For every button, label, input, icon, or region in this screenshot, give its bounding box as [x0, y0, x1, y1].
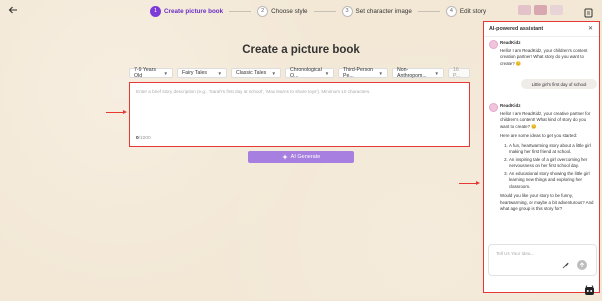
send-button[interactable] — [577, 260, 587, 270]
narrative-order-select[interactable]: Chronological O... ▼ — [285, 67, 334, 79]
ai-generate-button[interactable]: AI Generate — [248, 151, 354, 163]
user-avatars[interactable] — [518, 5, 563, 15]
assistant-bot-icon[interactable] — [584, 283, 595, 295]
ideas-lead: Here are some ideas to get you started: — [500, 133, 578, 138]
sender-name: ReadKidz — [500, 103, 521, 108]
step-number: 3 — [341, 5, 353, 17]
step-divider — [229, 10, 252, 12]
annotation-arrow — [106, 110, 127, 114]
age-select-value: 7-9 Years Old — [134, 67, 156, 79]
avatar — [534, 5, 547, 15]
avatar — [518, 5, 531, 15]
step-create-picture-book[interactable]: 1 Create picture book — [150, 5, 224, 17]
arrow-up-icon — [579, 262, 585, 267]
character-type-value: Non-Anthropom... — [397, 67, 427, 79]
step-label: Create picture book — [164, 7, 224, 15]
chat-input-box — [488, 244, 597, 276]
arrow-left-icon — [8, 6, 17, 14]
chevron-down-icon: ▼ — [434, 70, 439, 76]
style-select[interactable]: Classic Tales ▼ — [231, 68, 281, 78]
page-count-select[interactable]: 16 P... — [448, 67, 470, 79]
ideas-list: A fun, heartwarming story about a little… — [500, 143, 595, 191]
step-set-character-image[interactable]: 3 Set character image — [341, 5, 412, 17]
annotation-arrow — [459, 181, 480, 185]
story-options-row: 7-9 Years Old ▼ Fairy Tales ▼ Classic Tale… — [129, 67, 470, 79]
style-select-value: Classic Tales — [236, 70, 267, 76]
genre-select-value: Fairy Tales — [182, 70, 207, 76]
chat-input[interactable] — [494, 250, 578, 257]
char-limit: /1000 — [138, 136, 151, 141]
message-text: Hello! I am ReadKidz, your children's co… — [500, 47, 588, 66]
step-divider — [313, 10, 336, 12]
description-placeholder: Enter a brief story description (e.g., '… — [136, 89, 371, 94]
sparkle-icon — [281, 154, 288, 160]
step-indicator: 1 Create picture book 2 Choose style 3 S… — [150, 4, 486, 18]
chevron-down-icon: ▼ — [163, 70, 168, 76]
step-number: 4 — [445, 5, 457, 17]
step-number: 2 — [257, 5, 269, 17]
step-divider — [417, 10, 440, 12]
assistant-header: AI-powered assistant ✕ — [484, 22, 599, 37]
character-type-select[interactable]: Non-Anthropom... ▼ — [392, 67, 444, 79]
sender-name: ReadKidz — [500, 40, 521, 45]
avatar — [550, 5, 563, 15]
user-message: Little girl's first day of school — [521, 79, 597, 89]
ai-generate-label: AI Generate — [290, 154, 321, 160]
perspective-select[interactable]: Third-Person Pe... ▼ — [338, 67, 388, 79]
assistant-message: ReadKidz Hello! I am ReadKidz, your chil… — [489, 40, 595, 67]
list-item: An educational story showing the little … — [509, 171, 595, 191]
step-number: 1 — [150, 5, 161, 17]
list-item: An inspiring tale of a girl overcoming h… — [509, 157, 595, 170]
avatar — [489, 40, 498, 49]
assistant-message: ReadKidz Hello! I am ReadKidz, your crea… — [489, 103, 595, 216]
back-button[interactable] — [8, 5, 18, 17]
step-label: Choose style — [271, 7, 308, 15]
narrative-order-value: Chronological O... — [290, 67, 322, 79]
step-choose-style[interactable]: 2 Choose style — [257, 5, 308, 17]
story-description-input[interactable]: Enter a brief story description (e.g., '… — [129, 82, 470, 147]
chevron-down-icon: ▼ — [324, 70, 330, 76]
page-count-value: 16 P... — [453, 67, 461, 79]
step-label: Edit story — [459, 7, 487, 15]
avatar — [489, 103, 498, 112]
brush-icon[interactable] — [562, 262, 569, 269]
follow-up-question: Would you like your story to be funny, h… — [500, 193, 594, 211]
chevron-down-icon: ▼ — [378, 70, 383, 76]
character-counter: 0/1000 — [136, 136, 151, 141]
top-bar: 1 Create picture book 2 Choose style 3 S… — [0, 0, 602, 22]
chevron-down-icon: ▼ — [271, 70, 276, 76]
genre-select[interactable]: Fairy Tales ▼ — [177, 68, 227, 78]
perspective-value: Third-Person Pe... — [343, 67, 373, 79]
step-edit-story[interactable]: 4 Edit story — [445, 5, 487, 17]
message-text: Hello! I am ReadKidz, your creative part… — [500, 110, 591, 129]
book-menu-icon[interactable] — [584, 5, 594, 18]
age-select[interactable]: 7-9 Years Old ▼ — [129, 67, 173, 79]
close-icon[interactable]: ✕ — [588, 25, 593, 32]
chevron-down-icon: ▼ — [217, 70, 222, 76]
list-item: A fun, heartwarming story about a little… — [509, 143, 595, 156]
step-label: Set character image — [355, 7, 412, 15]
assistant-title: AI-powered assistant — [489, 26, 544, 32]
